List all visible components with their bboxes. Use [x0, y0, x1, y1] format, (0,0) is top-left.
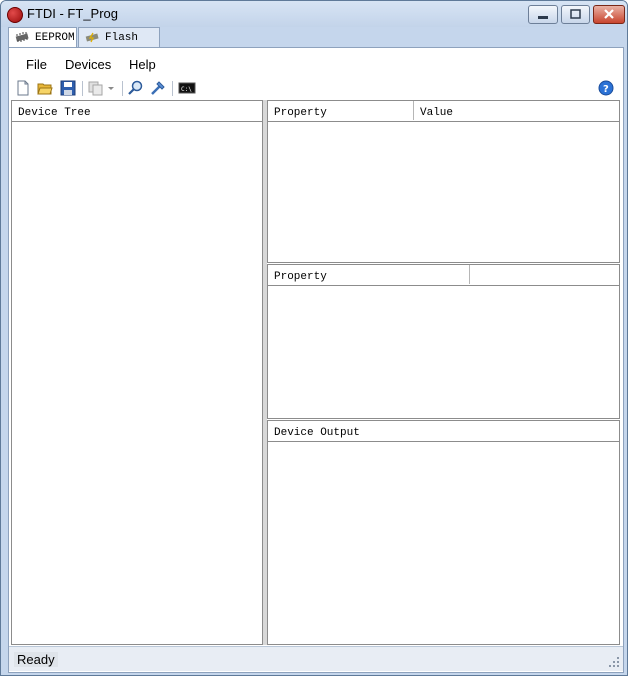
close-icon	[604, 9, 614, 19]
value-column-header[interactable]: Value	[414, 101, 617, 120]
status-text: Ready	[14, 652, 58, 667]
menu-help[interactable]: Help	[129, 57, 156, 72]
toolbar-separator	[172, 81, 173, 96]
tab-flash-rom[interactable]: Flash ROM	[78, 27, 160, 64]
menu-bar: File Devices Help	[9, 52, 623, 76]
tab-eeprom[interactable]: EEPROM	[8, 27, 77, 48]
search-icon[interactable]	[128, 80, 144, 96]
toolbar-separator	[82, 81, 83, 96]
status-bar: Ready	[9, 646, 623, 671]
program-icon[interactable]	[150, 80, 166, 96]
maximize-button[interactable]	[561, 5, 590, 24]
property-column-header[interactable]: Property	[268, 101, 414, 120]
maximize-icon	[570, 9, 581, 19]
open-folder-icon[interactable]	[37, 80, 53, 96]
property-detail-header: Property	[268, 265, 619, 286]
property-detail-column-header[interactable]: Property	[268, 265, 470, 284]
save-icon[interactable]	[60, 80, 76, 96]
client-area: File Devices Help C:\ ? Device Tree Prop…	[8, 47, 624, 673]
menu-file[interactable]: File	[26, 57, 47, 72]
new-file-icon[interactable]	[15, 80, 31, 96]
cmd-prompt-icon[interactable]: C:\	[178, 80, 196, 96]
device-output-panel[interactable]: Device Output	[267, 420, 620, 645]
window-title: FTDI - FT_Prog	[27, 6, 119, 21]
copy-icon[interactable]	[88, 80, 104, 96]
minimize-icon	[538, 16, 548, 19]
toolbar-separator	[122, 81, 123, 96]
device-tree-panel[interactable]: Device Tree	[11, 100, 263, 645]
close-button[interactable]	[593, 5, 625, 24]
dropdown-arrow-icon[interactable]	[106, 80, 116, 96]
property-value-panel[interactable]: Property Value	[267, 100, 620, 263]
menu-devices[interactable]: Devices	[65, 57, 111, 72]
minimize-button[interactable]	[528, 5, 558, 24]
app-window: FTDI - FT_Prog EEPROM Flash ROM File Dev…	[0, 0, 628, 676]
ftdi-app-icon	[7, 7, 23, 23]
property-detail-panel[interactable]: Property	[267, 264, 620, 419]
flash-chip-icon	[85, 32, 99, 43]
empty-column-header[interactable]	[470, 265, 617, 284]
device-tree-header: Device Tree	[12, 101, 262, 122]
svg-text:C:\: C:\	[181, 86, 192, 93]
device-output-header-label: Device Output	[274, 427, 360, 439]
svg-text:?: ?	[603, 84, 609, 95]
device-output-header: Device Output	[268, 421, 619, 442]
chip-icon	[15, 32, 29, 42]
tab-eeprom-label: EEPROM	[35, 32, 75, 44]
toolbar: C:\ ?	[9, 78, 623, 100]
help-icon[interactable]: ?	[598, 80, 614, 96]
title-bar[interactable]: FTDI - FT_Prog	[1, 1, 627, 27]
property-value-header: Property Value	[268, 101, 619, 122]
resize-grip-icon[interactable]	[609, 657, 619, 667]
device-tree-header-label: Device Tree	[18, 107, 91, 119]
